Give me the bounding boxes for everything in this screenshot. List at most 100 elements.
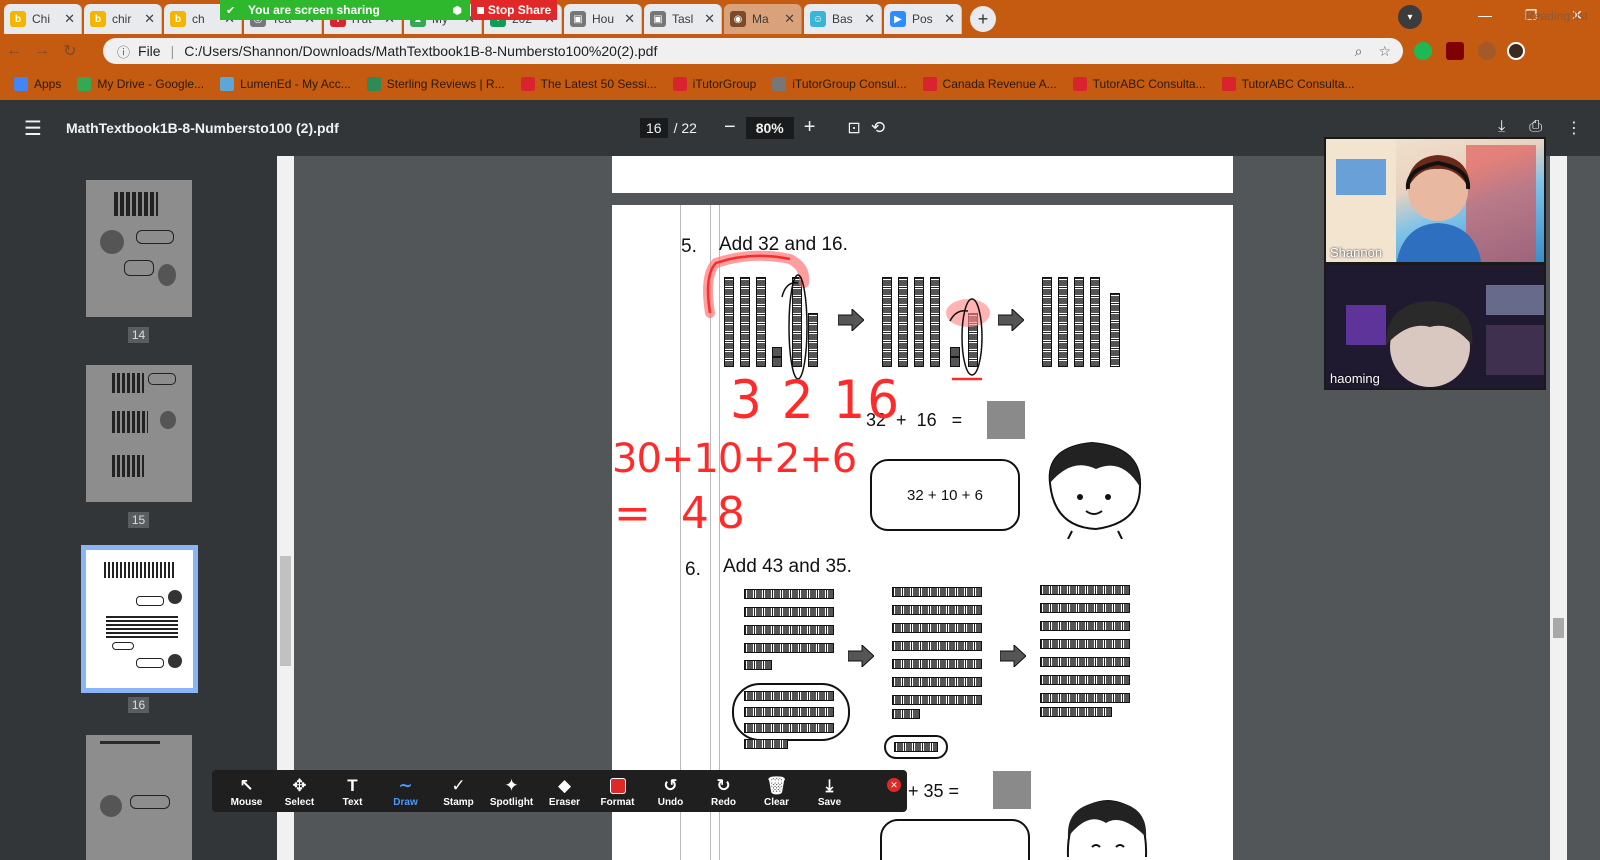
menu-icon[interactable]: ☰ <box>0 116 66 141</box>
close-tab-icon[interactable]: ✕ <box>64 11 75 27</box>
sidebar-scrollbar[interactable] <box>277 156 294 860</box>
close-annotation-icon[interactable]: ✕ <box>887 778 901 792</box>
tool-format-button[interactable]: Format <box>591 775 644 808</box>
tool-spotlight-button[interactable]: ✦ Spotlight <box>485 775 538 808</box>
bookmark-favicon-icon <box>1221 76 1236 91</box>
tab-title: Chi <box>32 12 51 26</box>
new-tab-button[interactable]: + <box>970 6 996 32</box>
bookmark-item[interactable]: LumenEd - My Acc... <box>220 76 351 91</box>
forward-icon[interactable]: → <box>28 42 56 60</box>
thumbnail-label: 14 <box>0 327 277 343</box>
minimize-icon[interactable]: — <box>1462 0 1508 30</box>
back-icon[interactable]: ← <box>0 42 28 60</box>
profile-avatar[interactable] <box>1507 42 1525 60</box>
tool-eraser-button[interactable]: ◆ Eraser <box>538 775 591 808</box>
bookmark-item[interactable]: iTutorGroup Consul... <box>772 76 907 91</box>
share-status-icon: ✔ <box>226 4 236 17</box>
download-icon[interactable]: ⤓ <box>1498 118 1505 138</box>
bookmark-item[interactable]: The Latest 50 Sessi... <box>520 76 657 91</box>
bookmark-item[interactable]: Canada Revenue A... <box>922 76 1057 91</box>
zoom-out-icon[interactable]: − <box>724 116 736 139</box>
fit-page-icon[interactable]: ⊡ <box>847 118 860 138</box>
tab-title: Bas <box>832 12 853 26</box>
undo-icon: ↺ <box>663 775 678 795</box>
tab-title: Ma <box>752 12 769 26</box>
extensions-puzzle-icon[interactable] <box>1478 42 1496 60</box>
stop-share-button[interactable]: Stop Share <box>471 0 557 20</box>
tool-select-button[interactable]: ✥ Select <box>273 775 326 808</box>
extension-ublock-icon[interactable] <box>1446 42 1464 60</box>
print-icon[interactable]: ⎙ <box>1529 118 1542 138</box>
close-tab-icon[interactable]: ✕ <box>944 11 955 27</box>
omnibox[interactable]: ⓘ File | C:/Users/Shannon/Downloads/Math… <box>103 38 1403 64</box>
bookmark-item[interactable]: iTutorGroup <box>672 76 757 91</box>
redo-icon: ↻ <box>716 775 731 795</box>
thumbnail-page-15[interactable] <box>86 365 192 502</box>
zoom-icon[interactable]: ⌕ <box>1355 43 1363 60</box>
browser-tab[interactable]: ▣ Hou ✕ <box>564 4 642 34</box>
tool-mouse-button[interactable]: ↖ Mouse <box>220 775 273 808</box>
security-shield-icon: ⬢ <box>452 4 462 17</box>
bookmark-star-icon[interactable]: ☆ <box>1378 43 1391 60</box>
sidebar-scroll-thumb[interactable] <box>280 556 291 666</box>
close-tab-icon[interactable]: ✕ <box>704 11 715 27</box>
tool-draw-button[interactable]: ∼ Draw <box>379 775 432 808</box>
bookmark-label: My Drive - Google... <box>97 76 205 91</box>
tab-title: Hou <box>592 12 615 26</box>
document-scrollbar[interactable] <box>1550 156 1567 860</box>
bookmark-favicon-icon <box>922 76 937 91</box>
text-icon: T <box>347 775 358 795</box>
url-text[interactable]: C:/Users/Shannon/Downloads/MathTextbook1… <box>184 43 657 59</box>
tool-clear-button[interactable]: 🗑 Clear <box>750 775 803 808</box>
tool-label: Save <box>817 796 842 808</box>
tool-stamp-button[interactable]: ✓ Stamp <box>432 775 485 808</box>
browser-tab[interactable]: ▶ Pos ✕ <box>884 4 962 34</box>
bookmark-item[interactable]: TutorABC Consulta... <box>1072 76 1206 91</box>
bookmark-item[interactable]: Apps <box>14 76 61 91</box>
video-tile-haoming[interactable]: haoming <box>1324 263 1546 390</box>
bookmark-item[interactable]: TutorABC Consulta... <box>1221 76 1355 91</box>
tab-favicon-icon: ▶ <box>890 11 906 27</box>
bookmark-item[interactable]: Sterling Reviews | R... <box>366 76 505 91</box>
eraser-icon: ◆ <box>557 775 572 795</box>
spotlight-icon: ✦ <box>504 775 519 795</box>
rotate-icon[interactable]: ⟲ <box>871 118 885 138</box>
stamp-icon: ✓ <box>451 775 466 795</box>
browser-tab[interactable]: b chir ✕ <box>84 4 162 34</box>
tool-undo-button[interactable]: ↺ Undo <box>644 775 697 808</box>
bookmark-label: TutorABC Consulta... <box>1241 76 1355 91</box>
video-tile-shannon[interactable]: Shannon <box>1324 137 1546 264</box>
thumbnail-page-17[interactable] <box>86 735 192 860</box>
page-selector: 16 / 22 <box>640 118 697 138</box>
browser-tab[interactable]: ☺ Bas ✕ <box>804 4 882 34</box>
bookmark-label: iTutorGroup <box>692 76 757 91</box>
tool-label: Select <box>284 796 315 808</box>
browser-tab[interactable]: ▣ Tasl ✕ <box>644 4 722 34</box>
screen-sharing-banner[interactable]: ✔ You are screen sharing ⬢ <box>220 0 470 20</box>
zoom-value[interactable]: 80% <box>745 116 794 139</box>
info-icon[interactable]: ⓘ <box>117 42 130 61</box>
close-tab-icon[interactable]: ✕ <box>144 11 155 27</box>
reload-icon[interactable]: ↻ <box>56 41 84 61</box>
tool-redo-button[interactable]: ↻ Redo <box>697 775 750 808</box>
extension-evernote-icon[interactable] <box>1414 42 1432 60</box>
bookmark-favicon-icon <box>220 76 235 91</box>
close-tab-icon[interactable]: ✕ <box>784 11 795 27</box>
tab-search-icon[interactable]: ▾ <box>1398 5 1422 29</box>
thumbnail-page-14[interactable] <box>86 180 192 317</box>
bookmark-favicon-icon <box>14 76 28 91</box>
more-options-icon[interactable]: ⋮ <box>1566 118 1582 138</box>
reading-list-button[interactable]: Reading list <box>1525 9 1588 23</box>
bookmark-item[interactable]: My Drive - Google... <box>77 76 205 91</box>
close-tab-icon[interactable]: ✕ <box>624 11 635 27</box>
bookmark-favicon-icon <box>520 76 535 91</box>
thumbnail-page-16[interactable] <box>81 545 198 693</box>
browser-tab[interactable]: b Chi ✕ <box>4 4 82 34</box>
tool-save-button[interactable]: ⤓ Save <box>803 775 856 808</box>
zoom-in-icon[interactable]: + <box>804 116 816 139</box>
document-scroll-thumb[interactable] <box>1553 618 1564 638</box>
current-page-input[interactable]: 16 <box>640 118 668 138</box>
tool-text-button[interactable]: T Text <box>326 775 379 808</box>
close-tab-icon[interactable]: ✕ <box>864 11 875 27</box>
browser-tab[interactable]: ◉ Ma ✕ <box>724 4 802 34</box>
